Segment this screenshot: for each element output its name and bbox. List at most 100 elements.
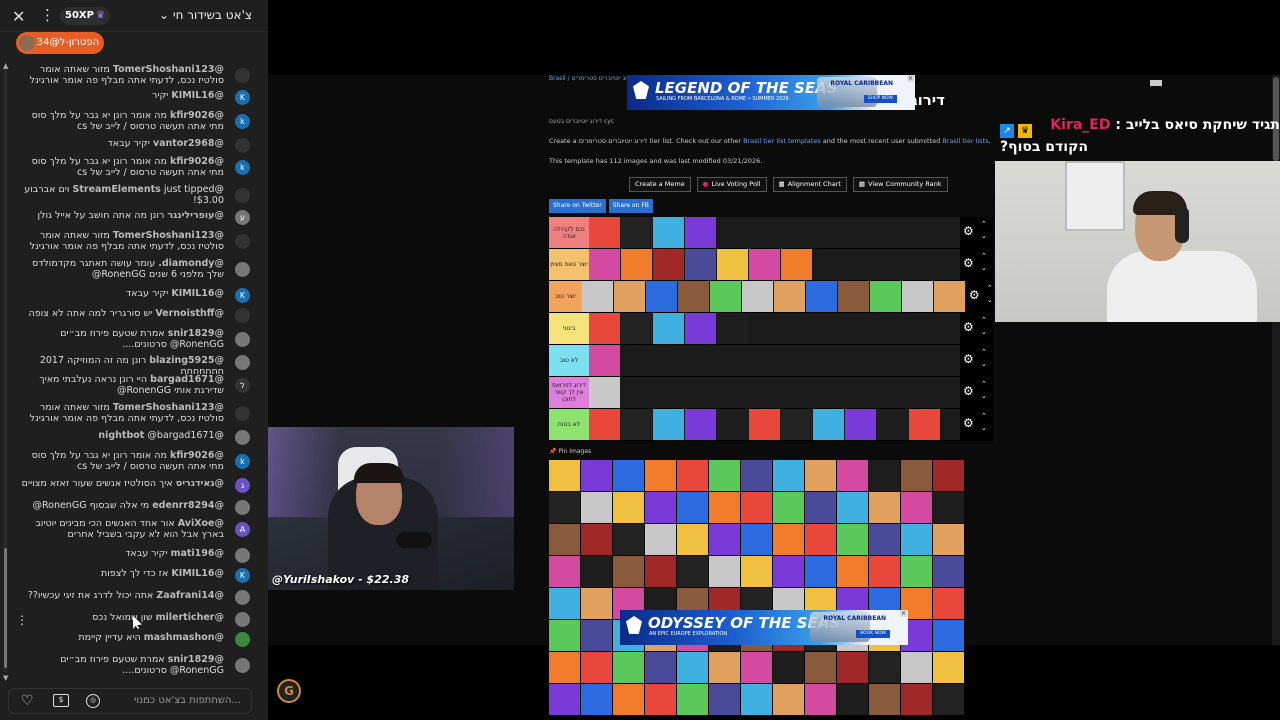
pool-image-tile[interactable]: [549, 492, 580, 523]
pool-image-tile[interactable]: [645, 556, 676, 587]
chat-username[interactable]: @diamondy.: [158, 258, 224, 269]
pool-image-tile[interactable]: [645, 652, 676, 683]
gear-icon[interactable]: ⚙: [963, 320, 974, 334]
tier-image-tile[interactable]: [589, 377, 620, 408]
tier-image-tile[interactable]: [589, 345, 620, 376]
chevron-down-icon[interactable]: ⌄: [981, 360, 987, 368]
share-twitter-button[interactable]: Share on Twitter: [549, 199, 606, 213]
avatar[interactable]: [235, 331, 250, 347]
tier-image-tile[interactable]: [781, 409, 812, 440]
chat-username[interactable]: @עופרילינגר: [167, 210, 224, 221]
avatar[interactable]: ג: [235, 478, 250, 493]
chat-username[interactable]: @AviXoe: [178, 518, 224, 529]
pool-image-tile[interactable]: [933, 524, 964, 555]
pool-image-tile[interactable]: [869, 460, 900, 491]
tier-image-tile[interactable]: [741, 281, 773, 312]
pool-image-tile[interactable]: [933, 652, 964, 683]
close-icon[interactable]: ×: [907, 75, 914, 82]
tier-image-tile[interactable]: [909, 409, 940, 440]
tier-image-tile[interactable]: [589, 249, 620, 280]
tier-image-tile[interactable]: [813, 409, 844, 440]
pool-image-tile[interactable]: [901, 684, 932, 715]
tier-image-tile[interactable]: [845, 409, 876, 440]
pool-image-tile[interactable]: [773, 556, 804, 587]
chat-username[interactable]: @TomerShoshani123: [113, 402, 224, 413]
pool-image-tile[interactable]: [901, 460, 932, 491]
gear-icon[interactable]: ⚙: [963, 352, 974, 366]
tierlists-link[interactable]: Brasil tier lists: [942, 137, 988, 145]
avatar[interactable]: [235, 261, 250, 277]
avatar[interactable]: K: [235, 288, 250, 303]
pool-image-tile[interactable]: [549, 524, 580, 555]
pool-image-tile[interactable]: [773, 684, 804, 715]
gear-icon[interactable]: ⚙: [963, 224, 974, 238]
pool-image-tile[interactable]: [805, 524, 836, 555]
avatar[interactable]: [235, 500, 250, 515]
pool-image-tile[interactable]: [773, 492, 804, 523]
close-icon[interactable]: ✕: [12, 7, 25, 26]
chat-username[interactable]: @KIMIL16: [171, 288, 224, 299]
tier-image-tile[interactable]: [901, 281, 933, 312]
close-icon[interactable]: ×: [900, 610, 907, 617]
chevron-up-icon[interactable]: ⌃: [987, 284, 993, 292]
chat-username[interactable]: @kfir9026: [170, 450, 224, 461]
pool-image-tile[interactable]: [741, 460, 772, 491]
pool-image-tile[interactable]: [933, 556, 964, 587]
avatar[interactable]: k: [235, 113, 250, 129]
chevron-down-icon[interactable]: ⌄: [987, 296, 993, 304]
chevron-down-icon[interactable]: ⌄: [981, 328, 987, 336]
pool-image-tile[interactable]: [901, 556, 932, 587]
avatar[interactable]: k: [235, 453, 250, 469]
pool-image-tile[interactable]: [933, 620, 964, 651]
pool-image-tile[interactable]: [901, 492, 932, 523]
ad-cta-button[interactable]: BOOK NOW: [856, 630, 890, 638]
chat-username[interactable]: @snir1829: [168, 654, 224, 665]
pool-image-tile[interactable]: [709, 684, 740, 715]
pool-image-tile[interactable]: [933, 684, 964, 715]
tier-image-tile[interactable]: [749, 409, 780, 440]
tier-image-tile[interactable]: [613, 281, 645, 312]
avatar[interactable]: k: [235, 159, 250, 175]
avatar[interactable]: [235, 657, 250, 673]
dollar-icon[interactable]: $: [53, 694, 69, 707]
pool-image-tile[interactable]: [677, 652, 708, 683]
pool-image-tile[interactable]: [613, 524, 644, 555]
tier-image-tile[interactable]: [877, 409, 908, 440]
tier-image-tile[interactable]: [653, 409, 684, 440]
avatar[interactable]: [235, 548, 250, 563]
chat-username[interactable]: @KIMIL16: [171, 568, 224, 579]
pool-image-tile[interactable]: [549, 620, 580, 651]
tier-image-tile[interactable]: [685, 313, 716, 344]
tier-image-tile[interactable]: [869, 281, 901, 312]
chat-username[interactable]: @KIMIL16: [171, 90, 224, 101]
chat-username[interactable]: @TomerShoshani123: [113, 64, 224, 75]
pool-image-tile[interactable]: [933, 492, 964, 523]
tier-label[interactable]: לא בטוח: [549, 409, 589, 440]
tier-image-tile[interactable]: [709, 281, 741, 312]
live-voting-poll-button[interactable]: ● Live Voting Poll: [696, 177, 767, 192]
tier-image-tile[interactable]: [653, 313, 684, 344]
avatar[interactable]: [235, 355, 250, 370]
pool-image-tile[interactable]: [581, 524, 612, 555]
pool-image-tile[interactable]: [901, 524, 932, 555]
pool-image-tile[interactable]: [709, 492, 740, 523]
pool-image-tile[interactable]: [741, 556, 772, 587]
tier-image-tile[interactable]: [685, 217, 716, 248]
pool-image-tile[interactable]: [549, 556, 580, 587]
avatar[interactable]: [235, 308, 250, 323]
pool-image-tile[interactable]: [741, 652, 772, 683]
pool-image-tile[interactable]: [645, 524, 676, 555]
pool-image-tile[interactable]: [837, 492, 868, 523]
avatar[interactable]: K: [235, 568, 250, 583]
tier-image-tile[interactable]: [717, 313, 748, 344]
chat-username[interactable]: @vantor2968: [153, 138, 224, 149]
heart-icon[interactable]: ♡: [21, 693, 34, 709]
avatar[interactable]: ל: [235, 377, 250, 393]
pool-image-tile[interactable]: [645, 684, 676, 715]
tier-image-tile[interactable]: [653, 249, 684, 280]
chevron-up-icon[interactable]: ⌃: [981, 348, 987, 356]
gear-icon[interactable]: ⚙: [969, 288, 980, 302]
tier-label[interactable]: דירוג לפרואס אין לך קשר לתוכן: [549, 377, 589, 408]
kebab-menu-icon[interactable]: ⋮: [40, 6, 55, 24]
pool-image-tile[interactable]: [837, 524, 868, 555]
